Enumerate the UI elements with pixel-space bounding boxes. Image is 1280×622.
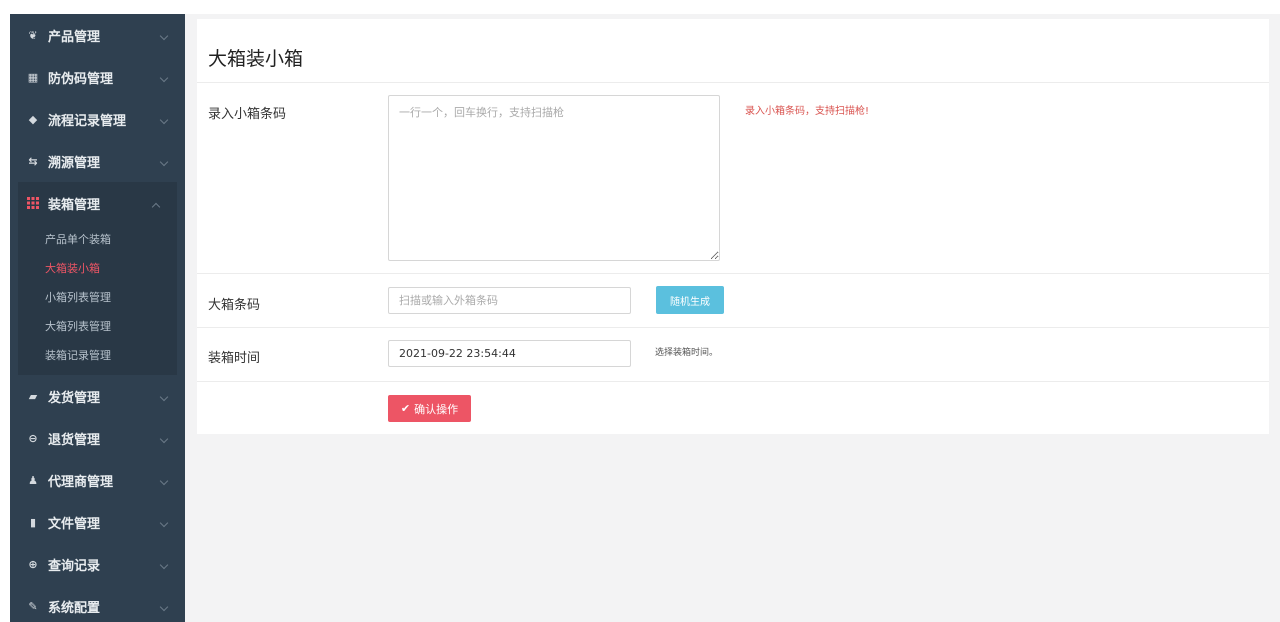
- sidebar-subitem[interactable]: 大箱装小箱: [18, 253, 177, 282]
- divider: [197, 327, 1269, 328]
- barcode-icon: ▦: [27, 70, 39, 84]
- check-icon: ✔: [400, 402, 411, 415]
- chevron-down-icon: [159, 157, 169, 167]
- confirm-button-label: 确认操作: [414, 402, 459, 416]
- minus-circle-icon: ⊖: [28, 431, 38, 445]
- page-title: 大箱装小箱: [208, 48, 304, 70]
- small-codes-hint: 录入小箱条码，支持扫描枪!: [745, 106, 870, 117]
- chevron-down-icon: [159, 476, 169, 486]
- file-icon: ▮: [29, 515, 37, 529]
- sidebar-item[interactable]: ◆ 流程记录管理: [10, 98, 185, 140]
- sidebar-item[interactable]: ▰ 发货管理: [10, 375, 185, 417]
- sidebar-item-packing[interactable]: 装箱管理: [18, 182, 177, 224]
- sidebar-item[interactable]: ⊖ 退货管理: [10, 417, 185, 459]
- pack-form-panel: 大箱装小箱 录入小箱条码 录入小箱条码，支持扫描枪! 大箱条码 随机生成 装箱时…: [197, 19, 1269, 434]
- sidebar-item-label: 溯源管理: [48, 155, 101, 171]
- tags-icon: ◆: [28, 112, 38, 126]
- confirm-button[interactable]: ✔ 确认操作: [388, 395, 471, 422]
- sidebar-item[interactable]: ❦ 产品管理: [10, 14, 185, 56]
- small-codes-textarea[interactable]: [388, 95, 720, 261]
- chevron-down-icon: [159, 73, 169, 83]
- chevron-down-icon: [159, 115, 169, 125]
- sidebar-item-label: 代理商管理: [48, 474, 114, 490]
- sidebar-item-label: 查询记录: [48, 558, 101, 574]
- pack-time-hint: 选择装箱时间。: [655, 348, 719, 358]
- truck-icon: ▰: [28, 389, 38, 403]
- search-icon: ⊕: [28, 557, 38, 571]
- sidebar-item-label: 防伪码管理: [48, 71, 114, 87]
- sidebar-item[interactable]: ▦ 防伪码管理: [10, 56, 185, 98]
- sidebar-subitem[interactable]: 小箱列表管理: [18, 282, 177, 311]
- users-icon: ♟: [28, 473, 38, 487]
- divider: [197, 273, 1269, 274]
- sidebar: ❦ 产品管理 ▦ 防伪码管理 ◆ 流程记录管理 ⇆ 溯源管理 装箱管理 产品单个装箱 大箱装小箱…: [10, 14, 185, 622]
- retweet-icon: ⇆: [28, 154, 38, 168]
- leaf-icon: ❦: [28, 28, 38, 42]
- big-code-label: 大箱条码: [208, 298, 261, 313]
- nav-group-packing: 装箱管理 产品单个装箱 大箱装小箱 小箱列表管理 大箱列表管理 装箱记录管理: [18, 182, 177, 375]
- sidebar-item-label: 产品管理: [48, 29, 101, 45]
- sidebar-subitem[interactable]: 大箱列表管理: [18, 311, 177, 340]
- chevron-down-icon: [159, 560, 169, 570]
- grid-icon: [26, 196, 40, 210]
- divider: [197, 381, 1269, 382]
- sidebar-item[interactable]: ▮ 文件管理: [10, 501, 185, 543]
- sidebar-item[interactable]: ♟ 代理商管理: [10, 459, 185, 501]
- sidebar-item[interactable]: ✎ 系统配置: [10, 585, 185, 622]
- sidebar-item-label: 文件管理: [48, 516, 101, 532]
- sidebar-item-label: 装箱管理: [48, 197, 101, 213]
- chevron-down-icon: [159, 518, 169, 528]
- big-code-input[interactable]: [388, 287, 631, 314]
- sidebar-subitem[interactable]: 装箱记录管理: [18, 340, 177, 369]
- sidebar-item-label: 系统配置: [48, 600, 101, 616]
- sidebar-item[interactable]: ⊕ 查询记录: [10, 543, 185, 585]
- chevron-up-icon: [151, 202, 161, 212]
- divider: [197, 82, 1269, 83]
- small-codes-label: 录入小箱条码: [208, 107, 287, 122]
- wrench-icon: ✎: [28, 599, 38, 613]
- chevron-down-icon: [159, 602, 169, 612]
- sidebar-item-label: 流程记录管理: [48, 113, 127, 129]
- sidebar-item-label: 退货管理: [48, 432, 101, 448]
- chevron-down-icon: [159, 434, 169, 444]
- pack-time-label: 装箱时间: [208, 351, 261, 366]
- random-generate-button[interactable]: 随机生成: [656, 286, 724, 314]
- sidebar-item-label: 发货管理: [48, 390, 101, 406]
- sidebar-subitem[interactable]: 产品单个装箱: [18, 224, 177, 253]
- pack-time-input[interactable]: [388, 340, 631, 367]
- chevron-down-icon: [159, 31, 169, 41]
- chevron-down-icon: [159, 392, 169, 402]
- sidebar-item[interactable]: ⇆ 溯源管理: [10, 140, 185, 182]
